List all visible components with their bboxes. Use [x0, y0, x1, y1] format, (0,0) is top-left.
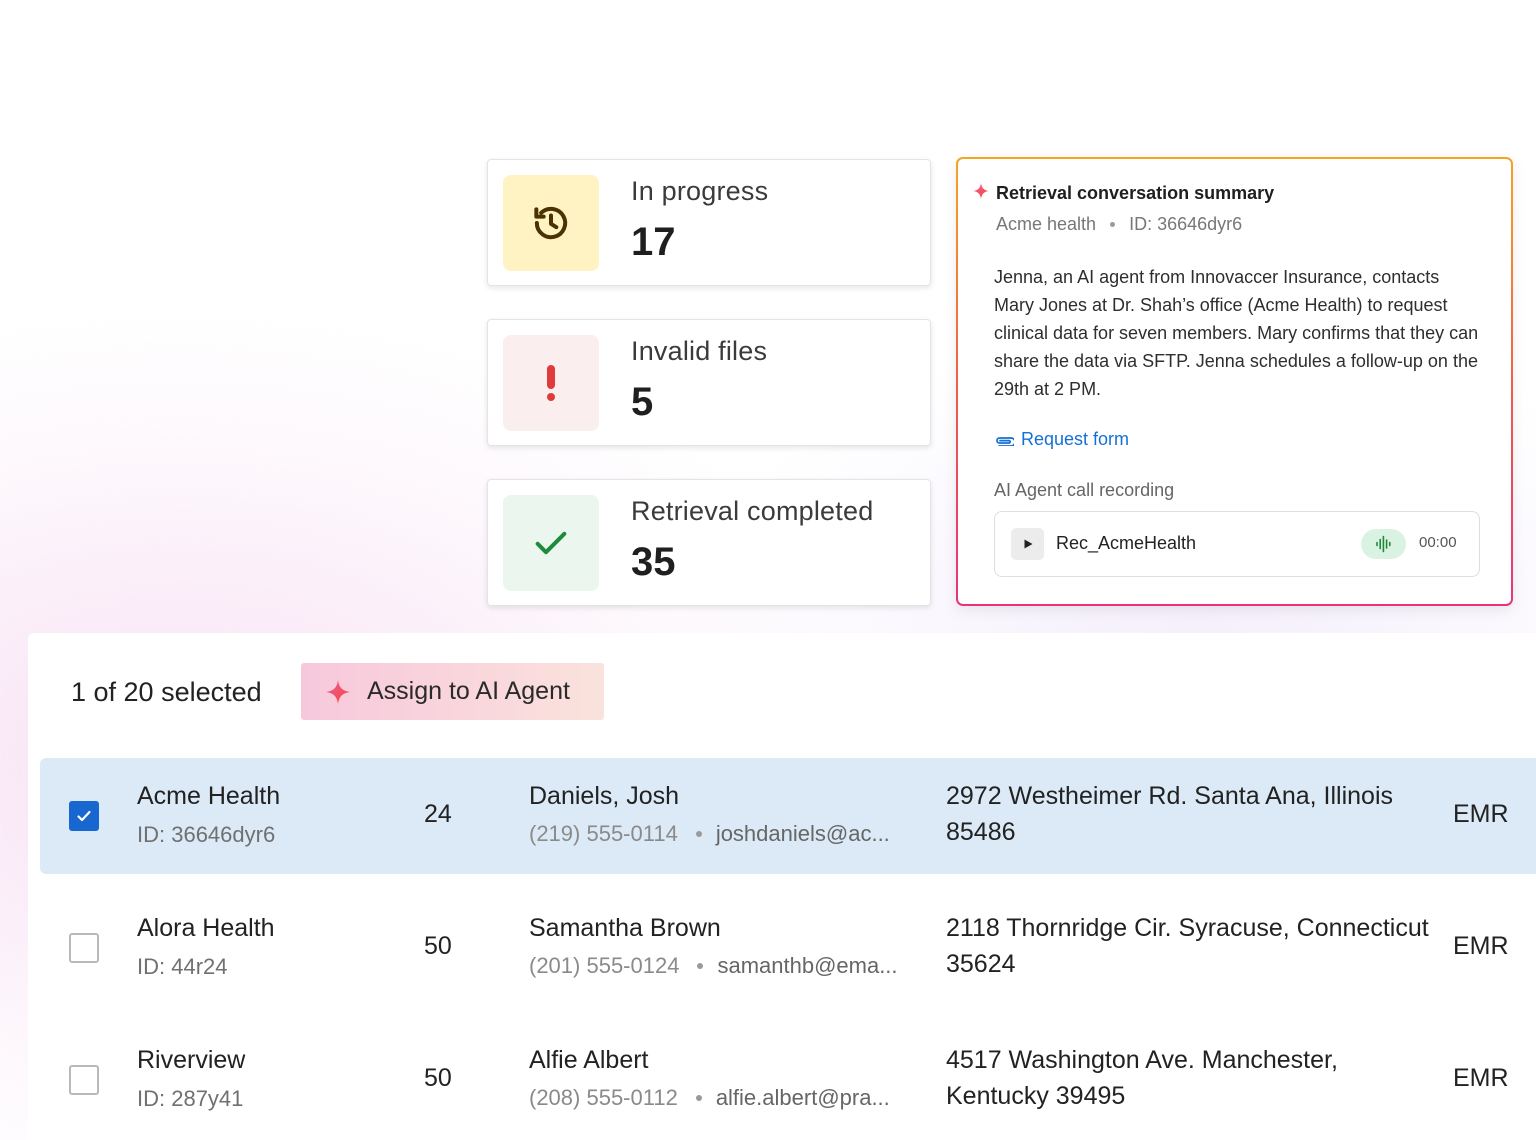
- org-name: Alora Health: [137, 914, 275, 942]
- contact-email: samanthb@ema...: [717, 953, 898, 978]
- contact-email: joshdaniels@ac...: [715, 821, 890, 846]
- contact-phone: (208) 555-0112: [529, 1085, 678, 1110]
- sparkle-icon: [973, 183, 989, 199]
- stat-card-retrieval-completed[interactable]: Retrieval completed 35: [487, 479, 931, 606]
- table-row[interactable]: Riverview ID: 287y41 50 Alfie Albert (20…: [40, 1022, 1536, 1138]
- exclamation-icon: [503, 335, 599, 431]
- record-count: 24: [424, 800, 452, 828]
- assign-to-ai-agent-button[interactable]: Assign to AI Agent: [301, 663, 604, 720]
- source: EMR: [1453, 800, 1509, 828]
- stat-value: 17: [631, 220, 676, 264]
- source: EMR: [1453, 1064, 1509, 1092]
- table-row[interactable]: Acme Health ID: 36646dyr6 24 Daniels, Jo…: [40, 758, 1536, 874]
- contact-name: Daniels, Josh: [529, 782, 680, 810]
- stat-value: 5: [631, 380, 654, 424]
- records-table-panel: 1 of 20 selected Assign to AI Agent Acme…: [28, 633, 1536, 1140]
- separator-dot: [1110, 222, 1116, 227]
- recording-heading: AI Agent call recording: [994, 480, 1175, 500]
- row-checkbox[interactable]: [69, 933, 99, 963]
- contact-details: (201) 555-0124 samanthb@ema...: [529, 953, 898, 979]
- play-button[interactable]: [1011, 528, 1044, 560]
- request-form-link[interactable]: Request form: [994, 429, 1129, 450]
- waveform-icon: [1361, 529, 1406, 559]
- contact-name: Samantha Brown: [529, 914, 721, 942]
- contact-details: (208) 555-0112 alfie.albert@pra...: [529, 1085, 890, 1111]
- stat-value: 35: [631, 540, 676, 584]
- org-id: ID: 287y41: [137, 1086, 244, 1111]
- play-icon: [1024, 539, 1032, 549]
- contact-name: Alfie Albert: [529, 1046, 649, 1074]
- stat-card-in-progress[interactable]: In progress 17: [487, 159, 931, 286]
- stat-label: In progress: [631, 176, 769, 206]
- stat-label: Invalid files: [631, 336, 768, 366]
- paperclip-icon: [996, 436, 1014, 446]
- recording-name: Rec_AcmeHealth: [1056, 533, 1197, 553]
- checkmark-icon: [77, 810, 91, 822]
- contact-email: alfie.albert@pra...: [715, 1085, 890, 1110]
- record-count: 50: [424, 1064, 452, 1092]
- summary-id: ID: 36646dyr6: [1129, 214, 1243, 234]
- row-checkbox[interactable]: [69, 801, 99, 831]
- summary-text: Jenna, an AI agent from Innovaccer Insur…: [994, 267, 1479, 399]
- checkmark-icon: [503, 495, 599, 591]
- assign-button-label: Assign to AI Agent: [367, 677, 570, 705]
- conversation-summary-panel: Retrieval conversation summary Acme heal…: [956, 157, 1513, 606]
- org-name: Acme Health: [137, 782, 281, 810]
- contact-phone: (219) 555-0114: [529, 821, 678, 846]
- table-row[interactable]: Alora Health ID: 44r24 50 Samantha Brown…: [40, 890, 1536, 1006]
- summary-title: Retrieval conversation summary: [996, 183, 1275, 203]
- record-count: 50: [424, 932, 452, 960]
- selection-count: 1 of 20 selected: [71, 677, 262, 707]
- address: 2118 Thornridge Cir. Syracuse, Connectic…: [946, 914, 1429, 978]
- recording-time: 00:00: [1419, 534, 1457, 551]
- stat-label: Retrieval completed: [631, 496, 874, 526]
- source: EMR: [1453, 932, 1509, 960]
- address: 2972 Westheimer Rd. Santa Ana, Illinois …: [946, 782, 1394, 846]
- summary-meta: Acme health ID: 36646dyr6: [996, 214, 1242, 235]
- contact-phone: (201) 555-0124: [529, 953, 680, 978]
- separator-dot: [697, 963, 704, 969]
- org-id: ID: 44r24: [137, 954, 228, 979]
- separator-dot: [695, 1095, 702, 1101]
- stat-card-invalid-files[interactable]: Invalid files 5: [487, 319, 931, 446]
- address: 4517 Washington Ave. Manchester, Kentuck…: [946, 1046, 1338, 1110]
- audio-player: Rec_AcmeHealth 00:00: [994, 511, 1480, 577]
- history-icon: [503, 175, 599, 271]
- summary-org: Acme health: [996, 214, 1097, 234]
- row-checkbox[interactable]: [69, 1065, 99, 1095]
- separator-dot: [695, 831, 702, 837]
- sparkle-icon: [326, 679, 350, 704]
- org-id: ID: 36646dyr6: [137, 822, 276, 847]
- request-form-label: Request form: [1021, 429, 1130, 449]
- org-name: Riverview: [137, 1046, 246, 1074]
- contact-details: (219) 555-0114 joshdaniels@ac...: [529, 821, 890, 847]
